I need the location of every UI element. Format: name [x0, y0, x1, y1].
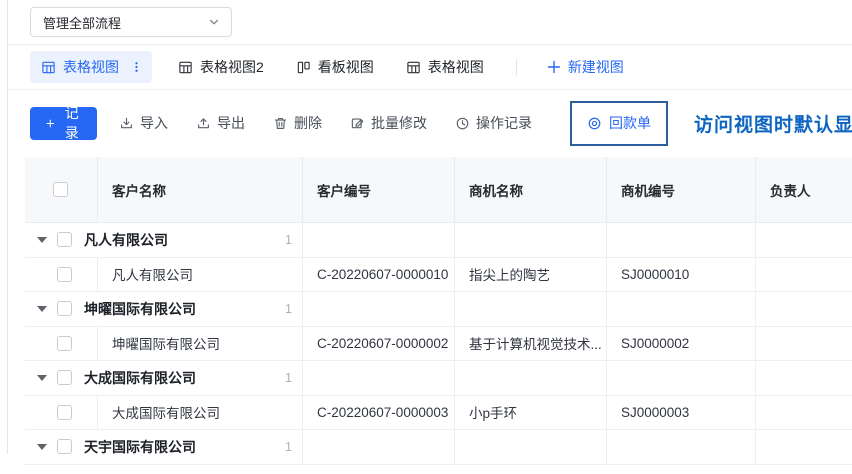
tab-table-view-1[interactable]: 表格视图 — [30, 51, 152, 83]
opportunity-no-cell: SJ0000002 — [606, 327, 755, 361]
batch-edit-label: 批量修改 — [371, 113, 427, 133]
table-row[interactable]: 大成国际有限公司 C-20220607-0000003 小p手环 SJ00000… — [25, 396, 852, 431]
operation-log-button[interactable]: 操作记录 — [455, 113, 532, 133]
clock-icon — [455, 116, 470, 131]
collapse-caret-icon[interactable] — [37, 375, 47, 381]
plus-icon — [46, 117, 55, 130]
batch-edit-button[interactable]: 批量修改 — [350, 113, 427, 133]
table-icon — [178, 60, 193, 75]
group-checkbox[interactable] — [57, 370, 72, 385]
collapse-caret-icon[interactable] — [37, 306, 47, 312]
tab-label: 看板视图 — [318, 57, 374, 77]
column-header[interactable]: 客户名称 — [97, 157, 302, 222]
customer-name-cell: 坤曜国际有限公司 — [97, 327, 302, 361]
payment-form-icon — [587, 116, 602, 131]
table-row[interactable]: 凡人有限公司 C-20220607-0000010 指尖上的陶艺 SJ00000… — [25, 258, 852, 293]
opportunity-name-cell: 指尖上的陶艺 — [454, 258, 606, 292]
export-label: 导出 — [217, 113, 245, 133]
column-header[interactable]: 客户编号 — [302, 157, 454, 222]
export-button[interactable]: 导出 — [196, 113, 245, 133]
tab-label: 表格视图 — [428, 57, 484, 77]
kanban-icon — [296, 60, 311, 75]
tab-label: 表格视图2 — [200, 57, 264, 77]
group-count: 1 — [285, 440, 302, 454]
add-record-button[interactable]: 记录 — [30, 107, 97, 140]
customer-name-cell: 凡人有限公司 — [97, 258, 302, 292]
group-count: 1 — [285, 371, 302, 385]
payment-form-label: 回款单 — [609, 113, 651, 133]
group-name: 凡人有限公司 — [84, 230, 168, 250]
group-count: 1 — [285, 233, 302, 247]
collapse-caret-icon[interactable] — [37, 237, 47, 243]
collapse-caret-icon[interactable] — [37, 444, 47, 450]
row-checkbox[interactable] — [57, 336, 72, 351]
view-tabs-bar: 表格视图 表格视图2 看板视图 表格视图 新建视图 — [8, 45, 852, 90]
more-dots-icon[interactable] — [130, 60, 143, 74]
group-name: 坤曜国际有限公司 — [84, 299, 196, 319]
column-header[interactable]: 负责人 — [755, 157, 852, 222]
select-all-checkbox[interactable] — [53, 182, 68, 197]
row-checkbox[interactable] — [57, 405, 72, 420]
customer-no-cell: C-20220607-0000002 — [302, 327, 454, 361]
owner-cell — [755, 396, 852, 430]
process-dropdown-value: 管理全部流程 — [43, 13, 121, 32]
toolbar: 记录 导入 导出 删除 批量修改 操作记录 回款单 — [8, 90, 852, 156]
payment-annotation-box: 回款单 — [570, 101, 668, 146]
opportunity-no-cell: SJ0000003 — [606, 396, 755, 430]
plus-icon — [547, 60, 561, 74]
column-header[interactable]: 商机编号 — [606, 157, 755, 222]
table-icon — [41, 60, 56, 75]
column-header[interactable]: 商机名称 — [454, 157, 606, 222]
customer-name-cell: 大成国际有限公司 — [97, 396, 302, 430]
import-button[interactable]: 导入 — [119, 113, 168, 133]
chevron-down-icon — [207, 15, 221, 29]
group-row: 天宇国际有限公司 1 — [25, 430, 852, 465]
customer-no-cell: C-20220607-0000003 — [302, 396, 454, 430]
process-dropdown[interactable]: 管理全部流程 — [30, 7, 232, 37]
trash-icon — [273, 116, 288, 131]
group-name: 大成国际有限公司 — [84, 368, 196, 388]
operation-log-label: 操作记录 — [476, 113, 532, 133]
export-icon — [196, 116, 211, 131]
import-icon — [119, 116, 134, 131]
import-label: 导入 — [140, 113, 168, 133]
process-selector-bar: 管理全部流程 — [8, 0, 852, 45]
opportunity-name-cell: 基于计算机视觉技术... — [454, 327, 606, 361]
table-header-row: 客户名称 客户编号 商机名称 商机编号 负责人 — [25, 157, 852, 223]
group-count: 1 — [285, 302, 302, 316]
group-checkbox[interactable] — [57, 301, 72, 316]
group-checkbox[interactable] — [57, 232, 72, 247]
owner-cell — [755, 258, 852, 292]
tab-table-view-2[interactable]: 表格视图2 — [178, 57, 264, 77]
tab-kanban-view[interactable]: 看板视图 — [296, 57, 374, 77]
group-checkbox[interactable] — [57, 439, 72, 454]
opportunity-no-cell: SJ0000010 — [606, 258, 755, 292]
group-row: 凡人有限公司 1 — [25, 223, 852, 258]
batch-edit-icon — [350, 116, 365, 131]
owner-cell — [755, 327, 852, 361]
add-record-label: 记录 — [63, 103, 81, 143]
annotation-text: 访问视图时默认显示 — [694, 110, 852, 137]
table-icon — [406, 60, 421, 75]
group-row: 大成国际有限公司 1 — [25, 361, 852, 396]
payment-form-button[interactable]: 回款单 — [587, 113, 651, 133]
tab-table-view-3[interactable]: 表格视图 — [406, 57, 484, 77]
tab-label: 表格视图 — [63, 57, 119, 77]
opportunity-name-cell: 小p手环 — [454, 396, 606, 430]
new-view-button[interactable]: 新建视图 — [547, 57, 624, 77]
row-checkbox[interactable] — [57, 267, 72, 282]
customer-no-cell: C-20220607-0000010 — [302, 258, 454, 292]
records-table: 客户名称 客户编号 商机名称 商机编号 负责人 凡人有限公司 1 凡人有限公司 … — [25, 157, 852, 474]
delete-button[interactable]: 删除 — [273, 113, 322, 133]
tabs-divider — [516, 59, 517, 75]
group-row: 坤曜国际有限公司 1 — [25, 292, 852, 327]
new-view-label: 新建视图 — [568, 57, 624, 77]
table-row[interactable]: 坤曜国际有限公司 C-20220607-0000002 基于计算机视觉技术...… — [25, 327, 852, 362]
delete-label: 删除 — [294, 113, 322, 133]
